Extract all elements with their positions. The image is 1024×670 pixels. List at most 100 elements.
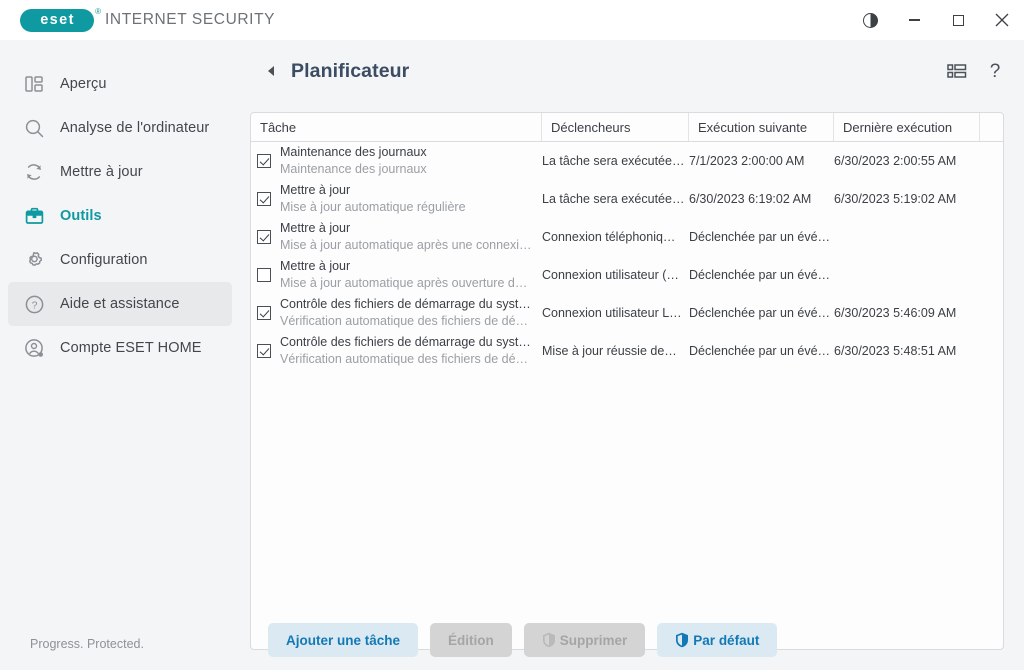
- task-name: Maintenance des journaux: [280, 144, 427, 161]
- cell-task: Maintenance des journaux Maintenance des…: [251, 142, 542, 180]
- cell-last-run: 6/30/2023 5:19:02 AM: [834, 180, 980, 218]
- dashboard-icon: [22, 72, 46, 96]
- column-header-last-run[interactable]: Dernière exécution: [834, 113, 980, 141]
- header-tools: ?: [946, 60, 1006, 82]
- gear-icon: [22, 248, 46, 272]
- cell-task: Contrôle des fichiers de démarrage du sy…: [251, 294, 542, 332]
- refresh-icon: [22, 160, 46, 184]
- table-body: Maintenance des journaux Maintenance des…: [251, 142, 1003, 370]
- task-text-group: Maintenance des journaux Maintenance des…: [280, 144, 427, 177]
- user-circle-icon: [22, 336, 46, 360]
- close-icon: [995, 13, 1009, 27]
- sidebar-item-compte-eset-home[interactable]: Compte ESET HOME: [8, 326, 232, 370]
- cell-trigger: Connexion utilisateur L…: [542, 294, 689, 332]
- close-button[interactable]: [980, 0, 1024, 40]
- toolbox-icon: [22, 204, 46, 228]
- brand-logo: eset ® INTERNET SECURITY: [20, 9, 275, 32]
- help-icon[interactable]: ?: [984, 60, 1006, 82]
- cell-task: Mettre à jour Mise à jour automatique ré…: [251, 180, 542, 218]
- maximize-icon: [953, 15, 964, 26]
- add-task-button[interactable]: Ajouter une tâche: [268, 623, 418, 657]
- table-header-row: Tâche Déclencheurs Exécution suivante De…: [251, 113, 1003, 142]
- task-text-group: Contrôle des fichiers de démarrage du sy…: [280, 296, 531, 329]
- task-description: Maintenance des journaux: [280, 161, 427, 178]
- delete-button[interactable]: Supprimer: [524, 623, 646, 657]
- task-enabled-checkbox[interactable]: [257, 344, 271, 358]
- shield-icon: [542, 632, 556, 648]
- table-row[interactable]: Contrôle des fichiers de démarrage du sy…: [251, 294, 1003, 332]
- task-description: Vérification automatique des fichiers de…: [280, 351, 531, 368]
- protection-status-text: Progress. Protected.: [30, 637, 144, 651]
- sidebar-item-label: Aide et assistance: [60, 296, 179, 312]
- back-button[interactable]: [260, 60, 282, 82]
- title-bar: eset ® INTERNET SECURITY: [0, 0, 1024, 40]
- column-header-task[interactable]: Tâche: [251, 113, 542, 141]
- column-header-spacer[interactable]: [980, 113, 1002, 141]
- table-row[interactable]: Mettre à jour Mise à jour automatique ré…: [251, 180, 1003, 218]
- task-enabled-checkbox[interactable]: [257, 230, 271, 244]
- cell-spacer: [980, 142, 1002, 180]
- task-text-group: Mettre à jour Mise à jour automatique ré…: [280, 182, 466, 215]
- theme-toggle-button[interactable]: [848, 0, 892, 40]
- cell-task: Mettre à jour Mise à jour automatique ap…: [251, 256, 542, 294]
- task-description: Mise à jour automatique après ouverture …: [280, 275, 527, 292]
- sidebar: Aperçu Analyse de l'ordinateur Mettre à …: [0, 40, 240, 670]
- default-button[interactable]: Par défaut: [657, 623, 777, 657]
- task-name: Mettre à jour: [280, 258, 527, 275]
- content-area: Planificateur ? Tâche Déclencheurs Exécu…: [240, 40, 1024, 670]
- task-name: Contrôle des fichiers de démarrage du sy…: [280, 296, 531, 313]
- scheduler-table-panel: Tâche Déclencheurs Exécution suivante De…: [250, 112, 1004, 650]
- minimize-button[interactable]: [892, 0, 936, 40]
- table-row[interactable]: Maintenance des journaux Maintenance des…: [251, 142, 1003, 180]
- sidebar-item-aide-et-assistance[interactable]: ? Aide et assistance: [8, 282, 232, 326]
- table-row[interactable]: Mettre à jour Mise à jour automatique ap…: [251, 218, 1003, 256]
- sidebar-item-apercu[interactable]: Aperçu: [8, 62, 232, 106]
- cell-spacer: [980, 294, 1002, 332]
- sidebar-item-analyse[interactable]: Analyse de l'ordinateur: [8, 106, 232, 150]
- task-enabled-checkbox[interactable]: [257, 306, 271, 320]
- table-row[interactable]: Contrôle des fichiers de démarrage du sy…: [251, 332, 1003, 370]
- task-name: Mettre à jour: [280, 220, 532, 237]
- sidebar-item-label: Outils: [60, 208, 102, 224]
- eset-logo-badge: eset ®: [20, 9, 94, 32]
- task-name: Mettre à jour: [280, 182, 466, 199]
- chevron-left-icon: [265, 64, 277, 78]
- sidebar-item-label: Analyse de l'ordinateur: [60, 120, 209, 136]
- task-description: Mise à jour automatique régulière: [280, 199, 466, 216]
- content-header: Planificateur ?: [240, 40, 1024, 102]
- cell-spacer: [980, 218, 1002, 256]
- task-enabled-checkbox[interactable]: [257, 268, 271, 282]
- help-glyph: ?: [990, 62, 1001, 81]
- minimize-icon: [909, 19, 920, 21]
- sidebar-item-configuration[interactable]: Configuration: [8, 238, 232, 282]
- column-header-triggers[interactable]: Déclencheurs: [542, 113, 689, 141]
- cell-next-run: Déclenchée par un évé…: [689, 256, 834, 294]
- task-name: Contrôle des fichiers de démarrage du sy…: [280, 334, 531, 351]
- svg-text:?: ?: [31, 299, 37, 311]
- window-controls: [848, 0, 1024, 40]
- cell-next-run: Déclenchée par un évé…: [689, 332, 834, 370]
- task-text-group: Contrôle des fichiers de démarrage du sy…: [280, 334, 531, 367]
- maximize-button[interactable]: [936, 0, 980, 40]
- task-text-group: Mettre à jour Mise à jour automatique ap…: [280, 258, 527, 291]
- task-description: Mise à jour automatique après une connex…: [280, 237, 532, 254]
- eset-logo-text: eset: [39, 13, 75, 28]
- product-name: INTERNET SECURITY: [105, 11, 275, 29]
- default-button-label: Par défaut: [693, 633, 759, 648]
- sidebar-item-label: Configuration: [60, 252, 148, 268]
- cell-last-run: [834, 218, 980, 256]
- contrast-icon: [863, 13, 878, 28]
- sidebar-item-outils[interactable]: Outils: [8, 194, 232, 238]
- task-enabled-checkbox[interactable]: [257, 154, 271, 168]
- sidebar-item-mettre-a-jour[interactable]: Mettre à jour: [8, 150, 232, 194]
- cell-last-run: [834, 256, 980, 294]
- task-text-group: Mettre à jour Mise à jour automatique ap…: [280, 220, 532, 253]
- column-header-next-run[interactable]: Exécution suivante: [689, 113, 834, 141]
- cell-last-run: 6/30/2023 2:00:55 AM: [834, 142, 980, 180]
- table-row[interactable]: Mettre à jour Mise à jour automatique ap…: [251, 256, 1003, 294]
- list-view-icon[interactable]: [946, 60, 968, 82]
- task-enabled-checkbox[interactable]: [257, 192, 271, 206]
- sidebar-item-label: Mettre à jour: [60, 164, 143, 180]
- edit-button[interactable]: Édition: [430, 623, 512, 657]
- cell-spacer: [980, 256, 1002, 294]
